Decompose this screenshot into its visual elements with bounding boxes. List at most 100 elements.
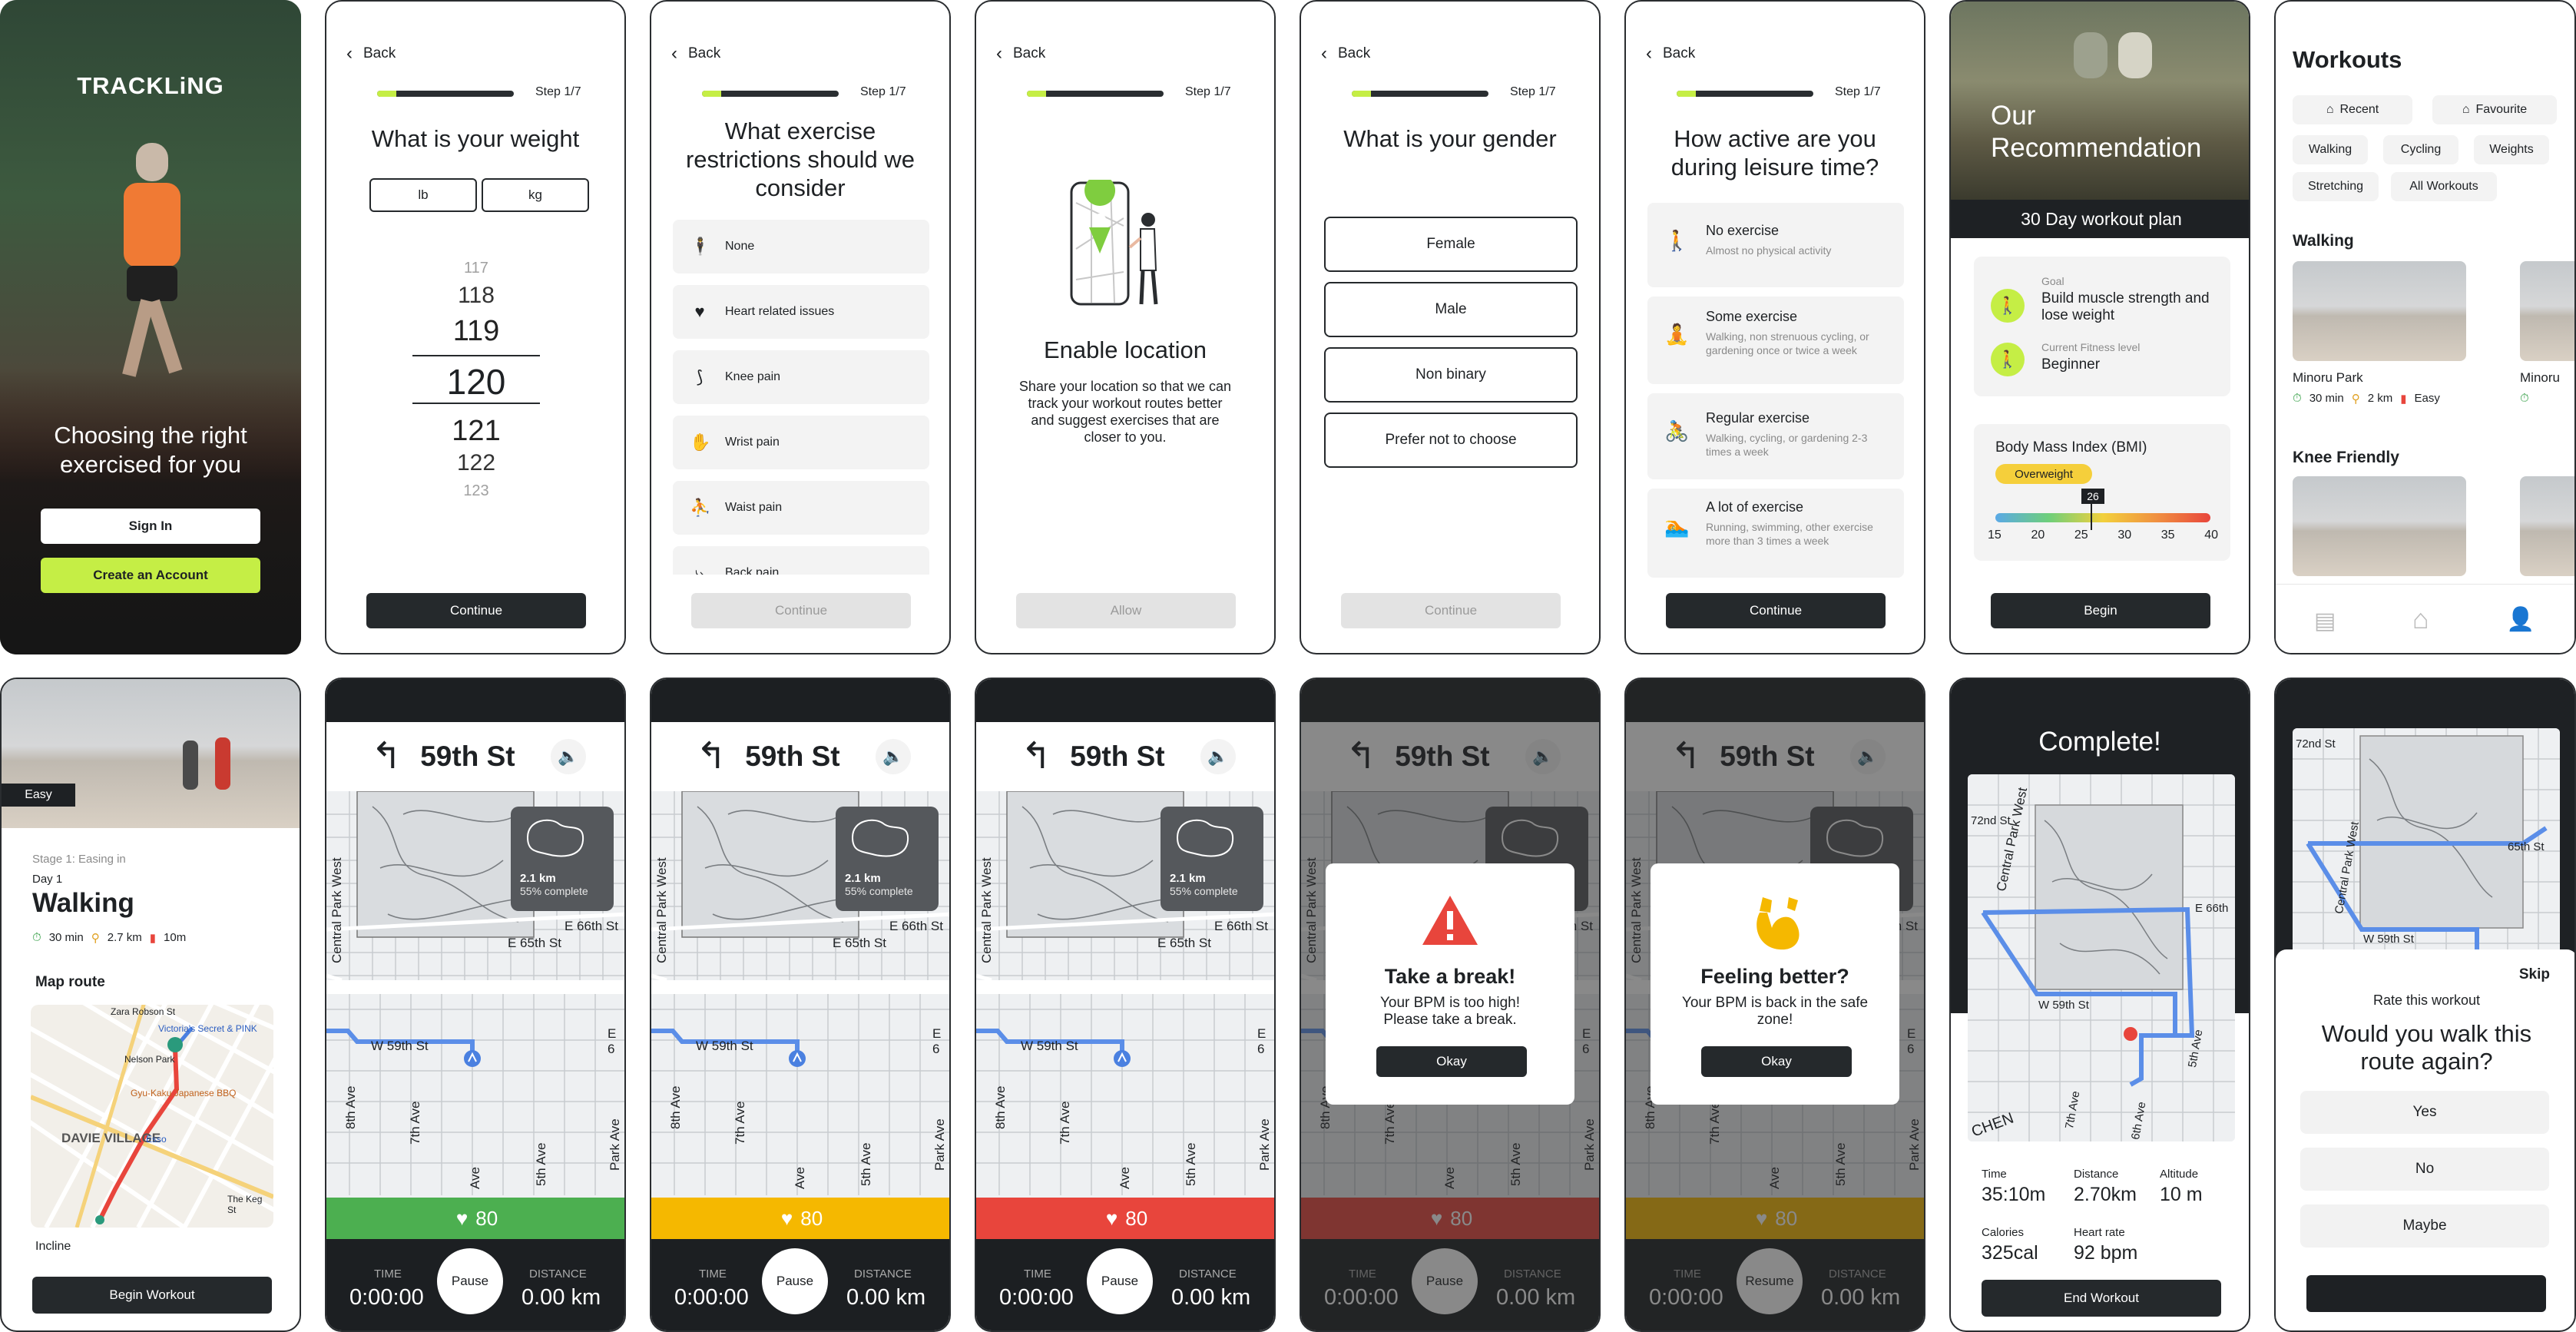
chip-all-workouts[interactable]: All Workouts bbox=[2391, 172, 2497, 201]
restriction-option-wrist[interactable]: ✋ Wrist pain bbox=[673, 416, 929, 469]
swimming-icon: 🏊 bbox=[1664, 515, 1690, 538]
continue-button[interactable]: Continue bbox=[691, 593, 911, 628]
workout-card[interactable] bbox=[2520, 476, 2574, 584]
workout-card[interactable]: Minoru Park ⏱ 30 min ⚲ 2 km ▮ Easy bbox=[2293, 261, 2466, 406]
voice-guidance-icon[interactable]: 🔈 bbox=[551, 739, 586, 774]
continue-button[interactable]: Continue bbox=[1666, 593, 1886, 628]
rate-no-button[interactable]: No bbox=[2300, 1148, 2549, 1191]
voice-guidance-icon[interactable]: 🔈 bbox=[1200, 739, 1236, 774]
back-button[interactable]: ‹ Back bbox=[346, 45, 396, 63]
navigation-screen: Central Park West E 66th St E 65th St W … bbox=[1300, 678, 1601, 1332]
heart-icon: ♥ bbox=[455, 1206, 469, 1230]
unit-lb-button[interactable]: lb bbox=[369, 178, 477, 212]
activity-option-none[interactable]: 🚶 No exercise Almost no physical activity bbox=[1647, 203, 1904, 287]
bmi-card: Body Mass Index (BMI) Overweight 26 15 20… bbox=[1974, 424, 2230, 561]
continue-button[interactable]: Continue bbox=[366, 593, 586, 628]
end-workout-button[interactable]: End Workout bbox=[1982, 1280, 2221, 1317]
route-loop-icon bbox=[526, 819, 584, 857]
skip-button[interactable]: Skip bbox=[2519, 966, 2550, 983]
gender-option-non-binary[interactable]: Non binary bbox=[1324, 347, 1578, 403]
back-button[interactable]: ‹ Back bbox=[1646, 45, 1695, 63]
progress-mini-card[interactable]: 2.1 km 55% complete bbox=[836, 807, 939, 911]
weight-picker[interactable]: 117 118 119 120 121 122 123 bbox=[372, 255, 580, 509]
navigation-screen: Central Park West E 66th St E 65th St W … bbox=[975, 678, 1276, 1332]
pause-button[interactable]: Pause bbox=[1087, 1248, 1153, 1314]
chip-cycling[interactable]: Cycling bbox=[2383, 135, 2458, 164]
chevron-left-icon: ‹ bbox=[1646, 43, 1652, 64]
restriction-option-waist[interactable]: ⛹ Waist pain bbox=[673, 481, 929, 535]
rate-yes-button[interactable]: Yes bbox=[2300, 1091, 2549, 1134]
alert-dialog: Feeling better? Your BPM is back in the … bbox=[1651, 863, 1899, 1105]
home-icon[interactable]: ⌂ bbox=[2412, 603, 2429, 635]
status-area bbox=[326, 679, 624, 722]
gender-option-female[interactable]: Female bbox=[1324, 217, 1578, 272]
stat-calories: Calories 325cal bbox=[1982, 1226, 2038, 1264]
stat-altitude: Altitude 10 m bbox=[2160, 1168, 2203, 1205]
cross-street-band bbox=[651, 980, 949, 994]
heart-rate-value: 80 bbox=[1125, 1206, 1148, 1230]
welcome-screen: TRACKLiNG Choosing the right exercised f… bbox=[0, 0, 301, 654]
location-screen: ‹ Back Step 1/7 Enable location Share you… bbox=[975, 0, 1276, 654]
chip-stretching[interactable]: Stretching bbox=[2293, 172, 2379, 201]
activity-option-regular[interactable]: 🚴 Regular exercise Walking, cycling, or ga… bbox=[1647, 393, 1904, 479]
restriction-list: 🕴 None ♥ Heart related issues ⟆ Knee pain ✋… bbox=[651, 217, 949, 575]
progress-mini-card[interactable]: 2.1 km 55% complete bbox=[1161, 807, 1263, 911]
workout-card[interactable]: Minoru ⏱ bbox=[2520, 261, 2574, 405]
rate-maybe-button[interactable]: Maybe bbox=[2300, 1204, 2549, 1248]
list-icon[interactable]: ▤ bbox=[2314, 608, 2336, 635]
sign-in-button[interactable]: Sign In bbox=[41, 509, 260, 544]
chip-walking[interactable]: Walking bbox=[2293, 135, 2368, 164]
restriction-option-none[interactable]: 🕴 None bbox=[673, 220, 929, 273]
bmi-value: 26 bbox=[2081, 489, 2104, 504]
pause-button[interactable]: Pause bbox=[762, 1248, 828, 1314]
back-button[interactable]: ‹ Back bbox=[996, 45, 1045, 63]
workout-stats: ⏱ 30 min ⚲ 2.7 km ▮ 10m bbox=[32, 931, 187, 945]
restriction-option-knee[interactable]: ⟆ Knee pain bbox=[673, 350, 929, 404]
back-button[interactable]: ‹ Back bbox=[1321, 45, 1370, 63]
begin-workout-button[interactable]: Begin Workout bbox=[32, 1277, 272, 1314]
allow-button[interactable]: Allow bbox=[1016, 593, 1236, 628]
voice-guidance-icon[interactable]: 🔈 bbox=[876, 739, 911, 774]
continue-button[interactable]: Continue bbox=[1341, 593, 1561, 628]
activity-option-lot[interactable]: 🏊 A lot of exercise Running, swimming, oth… bbox=[1647, 489, 1904, 578]
level-icon: ▮ bbox=[149, 932, 157, 945]
okay-button[interactable]: Okay bbox=[1376, 1046, 1527, 1077]
direction-card: ↰ 59th St 🔈 bbox=[1004, 722, 1253, 791]
okay-button[interactable]: Okay bbox=[1701, 1046, 1852, 1077]
activity-option-some[interactable]: 🧘 Some exercise Walking, non strenuous cyc… bbox=[1647, 297, 1904, 384]
step-label: Step 1/7 bbox=[1510, 85, 1556, 98]
gender-option-male[interactable]: Male bbox=[1324, 282, 1578, 337]
goal-card: 🚶 Goal Build muscle strength and lose we… bbox=[1974, 257, 2230, 396]
chip-weights[interactable]: Weights bbox=[2474, 135, 2549, 164]
bmi-scale bbox=[1995, 513, 2210, 522]
restriction-option-back[interactable]: ⤷ Back pain bbox=[673, 546, 929, 575]
hand-icon: ✋ bbox=[690, 432, 711, 452]
profile-icon[interactable]: 👤 bbox=[2506, 606, 2535, 633]
workout-card[interactable] bbox=[2293, 476, 2466, 584]
create-account-button[interactable]: Create an Account bbox=[41, 558, 260, 593]
chip-recent[interactable]: ⌂ Recent bbox=[2293, 95, 2412, 124]
home-icon: ⌂ bbox=[2462, 103, 2470, 116]
gender-option-prefer-not[interactable]: Prefer not to choose bbox=[1324, 413, 1578, 468]
back-button[interactable]: ‹ Back bbox=[671, 45, 720, 63]
back-icon: ⤷ bbox=[694, 563, 705, 575]
route-map[interactable]: Zara Robson St Victoria's Secret & PINK … bbox=[31, 1005, 273, 1228]
submit-button[interactable] bbox=[2306, 1275, 2546, 1312]
direction-card: ↰ 59th St 🔈 bbox=[354, 722, 603, 791]
heart-icon: ♥ bbox=[694, 302, 705, 321]
stat-time: Time 35:10m bbox=[1982, 1168, 2046, 1205]
begin-button[interactable]: Begin bbox=[1991, 593, 2210, 628]
navigation-screen: Central Park West E 66th St E 65th St W … bbox=[1624, 678, 1925, 1332]
brand-logo: TRACKLiNG bbox=[77, 72, 224, 99]
street-name: 59th St bbox=[420, 741, 515, 772]
restriction-option-heart[interactable]: ♥ Heart related issues bbox=[673, 285, 929, 339]
step-label: Step 1/7 bbox=[860, 85, 906, 98]
unit-kg-button[interactable]: kg bbox=[482, 178, 589, 212]
pause-button[interactable]: Pause bbox=[437, 1248, 503, 1314]
progress-mini-card[interactable]: 2.1 km 55% complete bbox=[511, 807, 614, 911]
route-map: 72nd St Central Park West W 59th St 65th… bbox=[2293, 728, 2560, 959]
chip-favourite[interactable]: ⌂ Favourite bbox=[2432, 95, 2557, 124]
alert-dialog: Take a break! Your BPM is too high! Plea… bbox=[1326, 863, 1574, 1105]
alert-body: Your BPM is back in the safe zone! bbox=[1681, 995, 1869, 1028]
route-map[interactable]: 72nd St Central Park West W 59th St 7th … bbox=[1968, 774, 2235, 1141]
